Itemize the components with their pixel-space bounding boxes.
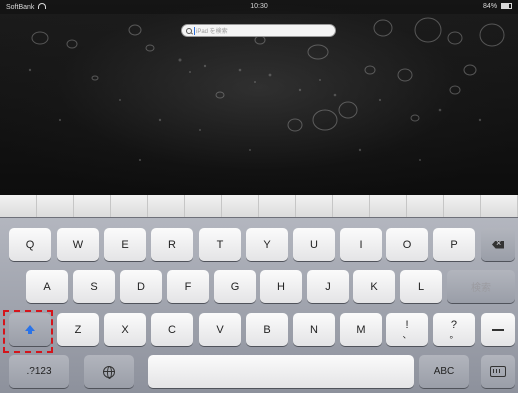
key-d[interactable]: D <box>120 270 162 303</box>
key-v[interactable]: V <box>199 313 241 346</box>
key-t[interactable]: T <box>199 228 241 261</box>
spotlight-search-field[interactable]: iPad を検索 <box>181 24 336 37</box>
key-k[interactable]: K <box>353 270 395 303</box>
results-cell <box>111 195 148 217</box>
key-j[interactable]: J <box>307 270 349 303</box>
key-y[interactable]: Y <box>246 228 288 261</box>
numbers-key[interactable]: .?123 <box>9 355 69 388</box>
battery-percent: 84% <box>483 3 498 10</box>
key-exclamation-bottom: 、 <box>402 329 412 340</box>
key-m[interactable]: M <box>340 313 382 346</box>
dash-glyph <box>492 328 504 331</box>
backspace-icon <box>492 240 504 249</box>
backspace-key[interactable] <box>481 228 515 261</box>
key-i[interactable]: I <box>340 228 382 261</box>
results-cell <box>37 195 74 217</box>
results-cell <box>481 195 518 217</box>
key-exclamation[interactable]: ! 、 <box>386 313 428 346</box>
keyboard-dismiss-key[interactable] <box>481 355 515 388</box>
key-e[interactable]: E <box>104 228 146 261</box>
text-cursor <box>194 26 195 35</box>
key-o[interactable]: O <box>386 228 428 261</box>
status-clock: 10:30 <box>250 3 268 10</box>
key-question-bottom: 。 <box>449 329 459 340</box>
key-question-label: ? 。 <box>449 318 459 340</box>
key-r[interactable]: R <box>151 228 193 261</box>
results-cell <box>74 195 111 217</box>
key-l[interactable]: L <box>400 270 442 303</box>
key-question-top: ? <box>450 318 458 331</box>
results-cell <box>296 195 333 217</box>
results-cell <box>185 195 222 217</box>
globe-icon <box>103 365 115 379</box>
shift-key-highlight <box>3 310 53 353</box>
key-exclamation-top: ! <box>405 318 409 331</box>
key-x[interactable]: X <box>104 313 146 346</box>
key-dash[interactable] <box>481 313 515 346</box>
key-s[interactable]: S <box>73 270 115 303</box>
key-g[interactable]: G <box>214 270 256 303</box>
key-f[interactable]: F <box>167 270 209 303</box>
results-cell <box>0 195 37 217</box>
results-cell <box>333 195 370 217</box>
results-cell <box>222 195 259 217</box>
key-z[interactable]: Z <box>57 313 99 346</box>
globe-key[interactable] <box>84 355 134 388</box>
search-icon <box>186 27 192 34</box>
battery-icon <box>501 3 512 9</box>
key-w[interactable]: W <box>57 228 99 261</box>
results-cell <box>444 195 481 217</box>
search-results-area <box>0 195 518 217</box>
key-c[interactable]: C <box>151 313 193 346</box>
results-cell <box>370 195 407 217</box>
keyboard-dismiss-icon <box>490 366 506 377</box>
search-return-key[interactable]: 検索 <box>447 270 515 303</box>
space-bar[interactable] <box>148 355 414 388</box>
key-exclamation-label: ! 、 <box>402 318 412 340</box>
key-u[interactable]: U <box>293 228 335 261</box>
key-question[interactable]: ? 。 <box>433 313 475 346</box>
key-q[interactable]: Q <box>9 228 51 261</box>
status-bar: SoftBank 10:30 84% <box>0 0 518 14</box>
battery-indicator: 84% <box>483 3 512 10</box>
search-placeholder: iPad を検索 <box>196 29 228 35</box>
key-n[interactable]: N <box>293 313 335 346</box>
key-p[interactable]: P <box>433 228 475 261</box>
results-cell <box>407 195 444 217</box>
key-a[interactable]: A <box>26 270 68 303</box>
key-b[interactable]: B <box>246 313 288 346</box>
results-cell <box>259 195 296 217</box>
key-h[interactable]: H <box>260 270 302 303</box>
results-cell <box>148 195 185 217</box>
onscreen-keyboard: Q W E R T Y U I O P A S D F G H J K L 検索… <box>0 217 518 393</box>
abc-key[interactable]: ABC <box>419 355 469 388</box>
